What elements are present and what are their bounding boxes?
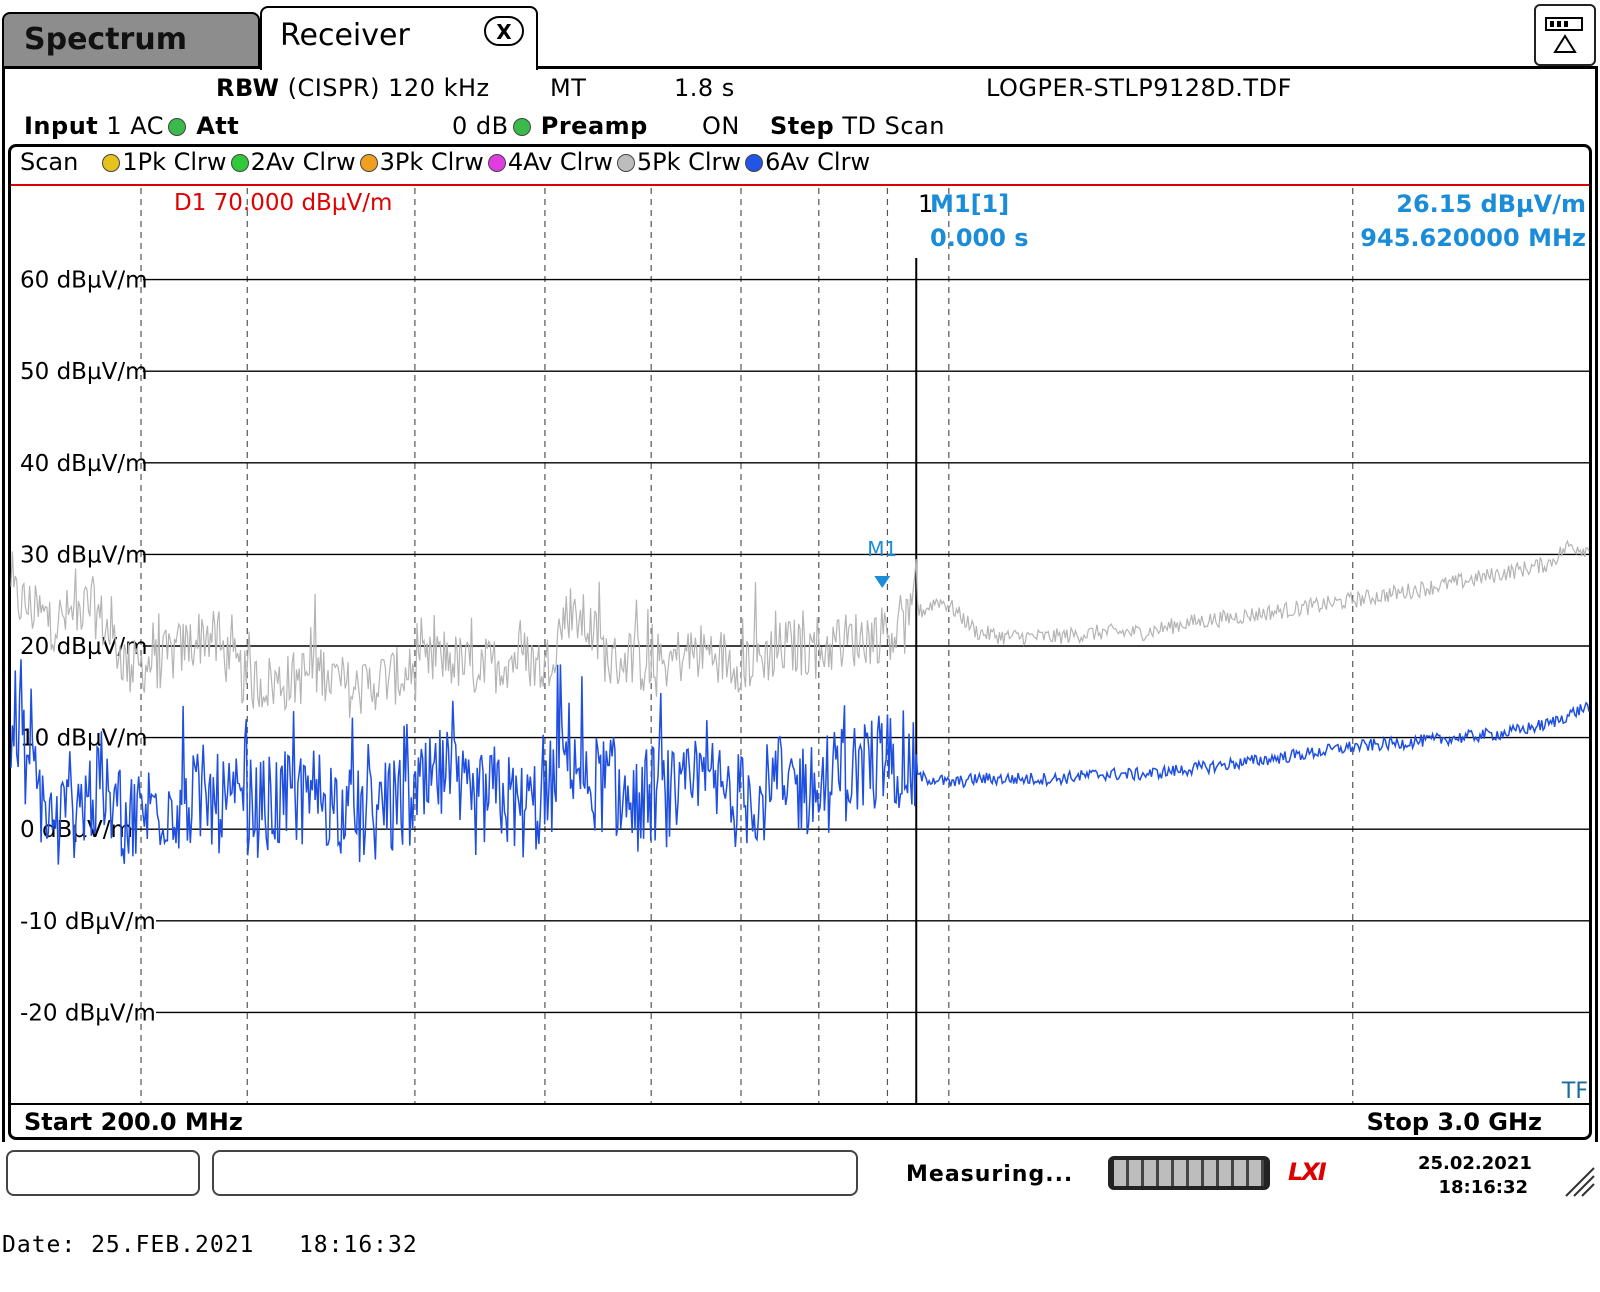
status-time: 18:16:32 [1438,1177,1528,1198]
y-tick-label: -10 dBµV/m [20,909,156,935]
progress-bar [1108,1156,1270,1190]
y-tick-label: 40 dBµV/m [20,451,147,477]
marker-tag-label: M1 [867,537,897,561]
resize-grip-icon[interactable] [1562,1164,1596,1198]
tf-indicator: TF [1561,1079,1588,1104]
spectrum-plot: 60 dBµV/m50 dBµV/m40 dBµV/m30 dBµV/m20 d… [10,184,1590,1105]
display-line-label: D1 70.000 dBµV/m [174,190,392,216]
y-tick-label: 10 dBµV/m [20,726,147,752]
progress-fill [1114,1160,1264,1186]
status-date: 25.02.2021 [1418,1153,1532,1174]
y-tick-label: 60 dBµV/m [20,268,147,294]
print-date: Date: 25.FEB.2021 18:16:32 [2,1232,418,1258]
marker-time: 0.000 s [930,224,1029,252]
y-tick-label: 30 dBµV/m [20,542,147,568]
stop-frequency[interactable]: Stop 3.0 GHz [1367,1108,1542,1136]
y-tick-label: -20 dBµV/m [20,1000,156,1026]
y-tick-label: 50 dBµV/m [20,359,147,385]
marker-frequency: 945.620000 MHz [1360,224,1586,252]
marker-name: M1[1] [930,190,1009,218]
status-datetime: 25.02.2021 18:16:32 [1418,1152,1532,1200]
mark-layer: M1 [867,537,897,588]
marker-level: 26.15 dBµV/m [1396,190,1586,218]
status-field-2[interactable] [212,1150,858,1196]
start-frequency[interactable]: Start 200.0 MHz [24,1108,243,1136]
status-message: Measuring... [906,1162,1074,1187]
lxi-logo: LXI [1288,1158,1327,1186]
status-field-1[interactable] [6,1150,200,1196]
